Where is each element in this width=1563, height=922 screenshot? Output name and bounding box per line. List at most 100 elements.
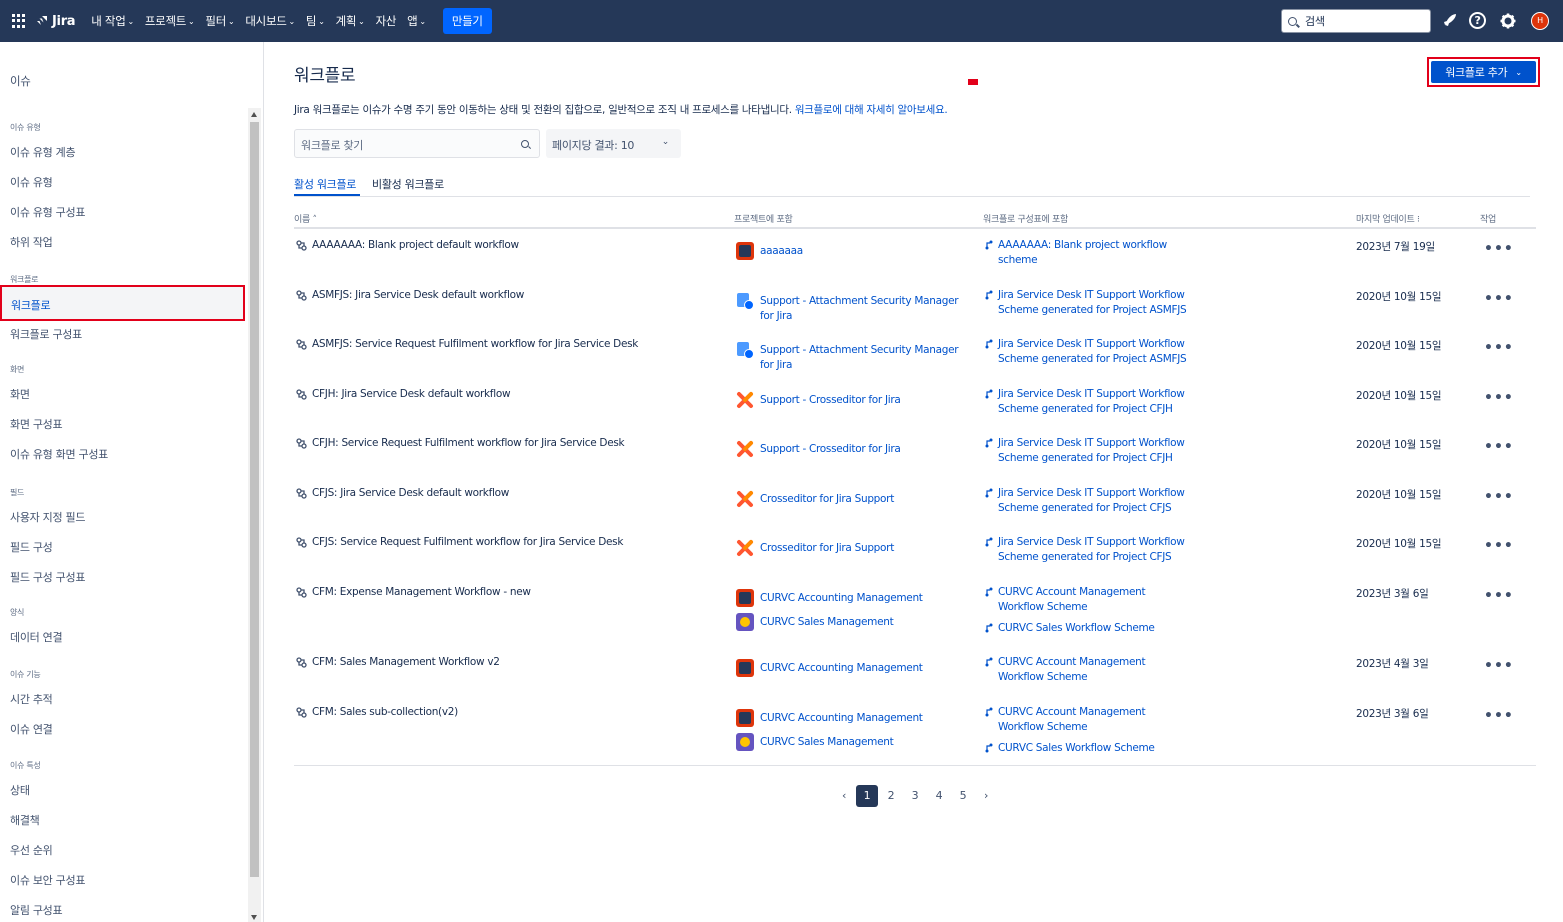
- project-link[interactable]: Crosseditor for Jira Support: [736, 539, 894, 557]
- workflow-scheme-link[interactable]: CURVC Account Management Workflow Scheme: [985, 585, 1193, 615]
- workflow-scheme-link[interactable]: Jira Service Desk IT Support Workflow Sc…: [985, 436, 1193, 466]
- sidebar-item[interactable]: 해결책: [10, 812, 40, 828]
- sidebar-item[interactable]: 데이터 연결: [10, 629, 63, 645]
- project-name[interactable]: Support - Crosseditor for Jira: [760, 393, 901, 408]
- workflow-scheme-link[interactable]: Jira Service Desk IT Support Workflow Sc…: [985, 337, 1193, 367]
- project-name[interactable]: Support - Attachment Security Manager fo…: [760, 294, 970, 324]
- scroll-down-arrow-icon[interactable]: [251, 915, 257, 920]
- workflow-scheme-link[interactable]: CURVC Sales Workflow Scheme: [985, 741, 1155, 756]
- workflow-name[interactable]: CFM: Sales sub-collection(v2): [296, 706, 458, 718]
- pagination-prev-icon[interactable]: ‹: [836, 785, 852, 807]
- nav-item[interactable]: 대시보드 ⌄: [245, 13, 295, 29]
- row-actions-menu-icon[interactable]: •••: [1484, 658, 1514, 674]
- sidebar-item[interactable]: 이슈 유형 계층: [10, 144, 76, 160]
- pagination-page-button[interactable]: 3: [904, 785, 926, 807]
- sidebar-item[interactable]: 시간 추적: [10, 691, 53, 707]
- project-link[interactable]: CURVC Accounting Management: [736, 589, 923, 607]
- row-actions-menu-icon[interactable]: •••: [1484, 291, 1514, 307]
- pagination-page-button[interactable]: 5: [952, 785, 974, 807]
- project-name[interactable]: CURVC Accounting Management: [760, 591, 923, 606]
- workflow-scheme-name[interactable]: CURVC Account Management Workflow Scheme: [998, 655, 1193, 685]
- create-button[interactable]: 만들기: [442, 8, 492, 34]
- column-header-last-updated[interactable]: 마지막 업데이트 ⁝: [1356, 212, 1420, 225]
- project-link[interactable]: CURVC Sales Management: [736, 613, 894, 631]
- row-actions-menu-icon[interactable]: •••: [1484, 439, 1514, 455]
- workflow-name-label[interactable]: CFM: Expense Management Workflow - new: [312, 586, 531, 598]
- workflow-scheme-link[interactable]: Jira Service Desk IT Support Workflow Sc…: [985, 387, 1193, 417]
- row-actions-menu-icon[interactable]: •••: [1484, 390, 1514, 406]
- nav-item[interactable]: 자산: [376, 13, 397, 29]
- workflow-name[interactable]: ASMFJS: Jira Service Desk default workfl…: [296, 289, 524, 301]
- workflow-scheme-name[interactable]: CURVC Account Management Workflow Scheme: [998, 705, 1193, 735]
- scrollbar-thumb[interactable]: [250, 122, 259, 877]
- workflow-scheme-name[interactable]: Jira Service Desk IT Support Workflow Sc…: [998, 486, 1193, 516]
- workflow-name-label[interactable]: ASMFJS: Service Request Fulfilment workf…: [312, 338, 638, 350]
- row-actions-menu-icon[interactable]: •••: [1484, 340, 1514, 356]
- row-actions-menu-icon[interactable]: •••: [1484, 241, 1514, 257]
- help-icon[interactable]: ?: [1469, 12, 1486, 29]
- workflow-scheme-link[interactable]: Jira Service Desk IT Support Workflow Sc…: [985, 535, 1193, 565]
- workflow-scheme-name[interactable]: Jira Service Desk IT Support Workflow Sc…: [998, 288, 1193, 318]
- project-name[interactable]: Support - Crosseditor for Jira: [760, 442, 901, 457]
- project-name[interactable]: aaaaaaa: [760, 244, 803, 259]
- sidebar-item[interactable]: 화면: [10, 386, 30, 402]
- row-actions-menu-icon[interactable]: •••: [1484, 588, 1514, 604]
- sidebar-item[interactable]: 이슈 보안 구성표: [10, 872, 85, 888]
- project-link[interactable]: Support - Crosseditor for Jira: [736, 440, 901, 458]
- workflow-scheme-name[interactable]: CURVC Sales Workflow Scheme: [998, 621, 1155, 636]
- sidebar-item[interactable]: 이슈 유형 구성표: [10, 204, 85, 220]
- workflow-name[interactable]: CFJS: Jira Service Desk default workflow: [296, 487, 509, 499]
- sidebar-item[interactable]: 사용자 지정 필드: [10, 509, 85, 525]
- workflow-scheme-link[interactable]: Jira Service Desk IT Support Workflow Sc…: [985, 288, 1193, 318]
- project-link[interactable]: CURVC Accounting Management: [736, 709, 923, 727]
- project-name[interactable]: CURVC Accounting Management: [760, 661, 923, 676]
- workflow-scheme-link[interactable]: CURVC Account Management Workflow Scheme: [985, 655, 1193, 685]
- sidebar-scrollbar[interactable]: [248, 108, 261, 922]
- project-link[interactable]: CURVC Sales Management: [736, 733, 894, 751]
- results-per-page-select[interactable]: 페이지당 결과: 10 ⌄: [546, 129, 681, 158]
- workflow-name-label[interactable]: CFM: Sales Management Workflow v2: [312, 656, 500, 668]
- workflow-name-label[interactable]: CFJH: Jira Service Desk default workflow: [312, 388, 511, 400]
- workflow-scheme-name[interactable]: Jira Service Desk IT Support Workflow Sc…: [998, 535, 1193, 565]
- nav-item[interactable]: 프로젝트 ⌄: [145, 13, 195, 29]
- workflow-name-label[interactable]: CFJH: Service Request Fulfilment workflo…: [312, 437, 625, 449]
- sidebar-item[interactable]: 우선 순위: [10, 842, 53, 858]
- workflow-scheme-name[interactable]: Jira Service Desk IT Support Workflow Sc…: [998, 436, 1193, 466]
- sidebar-item[interactable]: 필드 구성 구성표: [10, 569, 85, 585]
- global-search-input[interactable]: 검색: [1281, 9, 1431, 33]
- column-header-name[interactable]: 이름 ˄: [294, 212, 317, 225]
- notifications-rocket-icon[interactable]: [1440, 12, 1458, 30]
- nav-item[interactable]: 계획 ⌄: [336, 13, 365, 29]
- workflow-name[interactable]: ASMFJS: Service Request Fulfilment workf…: [296, 338, 638, 350]
- project-name[interactable]: Support - Attachment Security Manager fo…: [760, 343, 970, 373]
- workflow-scheme-name[interactable]: CURVC Sales Workflow Scheme: [998, 741, 1155, 756]
- pagination-next-icon[interactable]: ›: [978, 785, 994, 807]
- project-link[interactable]: aaaaaaa: [736, 242, 803, 260]
- pagination-page-button[interactable]: 4: [928, 785, 950, 807]
- tab-inactive-workflows[interactable]: 비활성 워크플로: [372, 176, 444, 192]
- pagination-page-button[interactable]: 1: [856, 785, 878, 807]
- nav-item[interactable]: 팀 ⌄: [306, 13, 325, 29]
- add-workflow-button[interactable]: 워크플로 추가 ⌄: [1431, 61, 1536, 83]
- workflow-name[interactable]: CFJH: Jira Service Desk default workflow: [296, 388, 511, 400]
- workflow-scheme-link[interactable]: Jira Service Desk IT Support Workflow Sc…: [985, 486, 1193, 516]
- sidebar-item[interactable]: 하위 작업: [10, 234, 53, 250]
- project-link[interactable]: Support - Attachment Security Manager fo…: [736, 341, 970, 373]
- project-link[interactable]: Support - Crosseditor for Jira: [736, 391, 901, 409]
- workflow-name-label[interactable]: CFJS: Jira Service Desk default workflow: [312, 487, 509, 499]
- project-name[interactable]: CURVC Sales Management: [760, 735, 894, 750]
- workflow-name-label[interactable]: ASMFJS: Jira Service Desk default workfl…: [312, 289, 524, 301]
- project-link[interactable]: Support - Attachment Security Manager fo…: [736, 292, 970, 324]
- pagination-page-button[interactable]: 2: [880, 785, 902, 807]
- workflow-name-label[interactable]: AAAAAAA: Blank project default workflow: [312, 239, 519, 251]
- sidebar-item[interactable]: 이슈 유형: [10, 174, 53, 190]
- sidebar-item[interactable]: 이슈 연결: [10, 721, 53, 737]
- workflow-name[interactable]: AAAAAAA: Blank project default workflow: [296, 239, 519, 251]
- sidebar-item[interactable]: 알림 구성표: [10, 902, 63, 918]
- row-actions-menu-icon[interactable]: •••: [1484, 708, 1514, 724]
- sidebar-item[interactable]: 워크플로 구성표: [10, 326, 82, 342]
- jira-logo[interactable]: Jira: [36, 14, 76, 29]
- project-link[interactable]: CURVC Accounting Management: [736, 659, 923, 677]
- settings-gear-icon[interactable]: [1499, 12, 1517, 30]
- workflow-scheme-link[interactable]: CURVC Sales Workflow Scheme: [985, 621, 1155, 636]
